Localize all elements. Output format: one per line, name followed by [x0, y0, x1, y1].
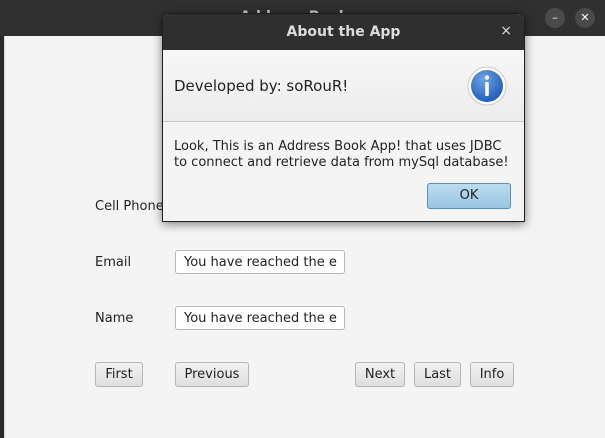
dialog-header-text: Developed by: soRouR!	[174, 77, 349, 95]
name-field[interactable]: You have reached the e	[175, 306, 345, 330]
dialog-message-line-1: Look, This is an Address Book App! that …	[174, 139, 502, 154]
dialog-title: About the App	[286, 24, 401, 40]
info-icon	[467, 66, 507, 110]
info-button[interactable]: Info	[470, 362, 514, 387]
next-button[interactable]: Next	[355, 362, 405, 387]
dialog-header: Developed by: soRouR!	[163, 50, 524, 122]
email-field[interactable]: You have reached the e	[175, 250, 345, 274]
cell-phone-label: Cell Phone	[95, 199, 164, 214]
minimize-button[interactable]: –	[545, 8, 565, 28]
name-label: Name	[95, 311, 134, 326]
email-label: Email	[95, 255, 132, 270]
last-button[interactable]: Last	[414, 362, 461, 387]
dialog-message: Look, This is an Address Book App! that …	[174, 139, 519, 171]
about-dialog: About the App × Developed by: soRouR! Lo…	[162, 13, 525, 222]
dialog-message-line-2: to connect and retrieve data from mySql …	[174, 155, 509, 170]
ok-button[interactable]: OK	[427, 183, 511, 209]
dialog-titlebar[interactable]: About the App ×	[163, 14, 524, 50]
first-button[interactable]: First	[95, 362, 143, 387]
previous-button[interactable]: Previous	[175, 362, 249, 387]
dialog-close-icon[interactable]: ×	[500, 23, 512, 39]
close-window-button[interactable]: ✕	[575, 8, 595, 28]
